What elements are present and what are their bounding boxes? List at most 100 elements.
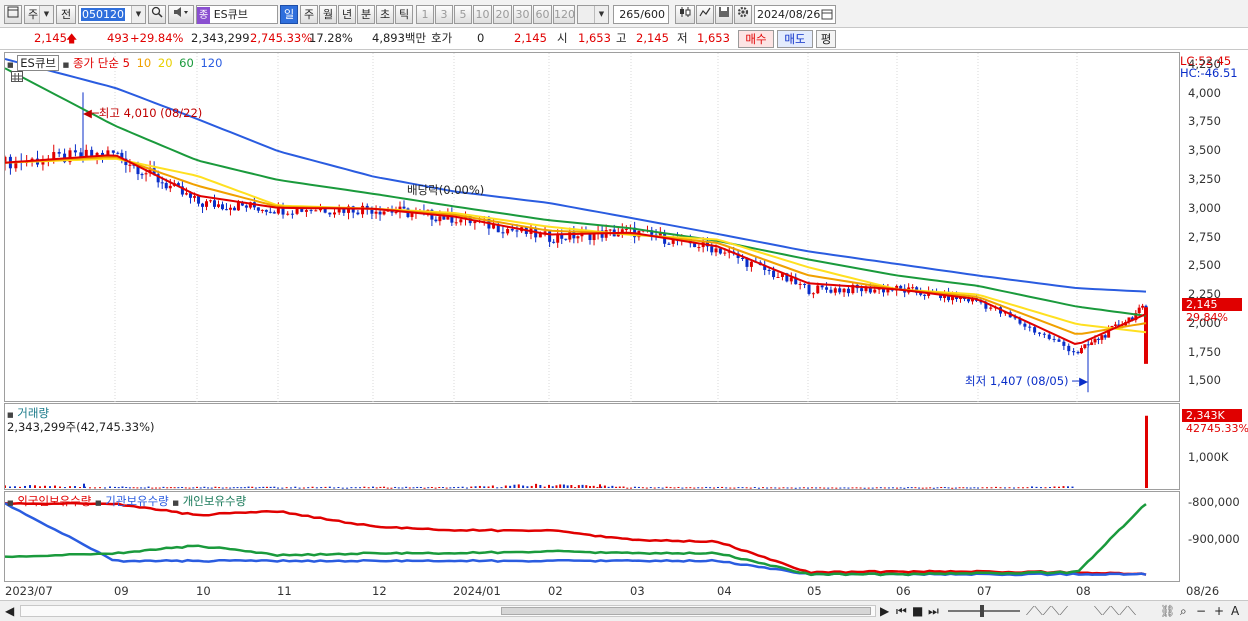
period-minute-button[interactable]: 분	[357, 5, 375, 24]
scrollbar-thumb[interactable]	[501, 607, 871, 615]
volume-bar	[478, 485, 481, 488]
market-mode-select[interactable]: 주 ▼	[24, 5, 54, 24]
interval-20-button[interactable]: 20	[493, 5, 512, 24]
volume-bar	[823, 487, 826, 489]
candle-body	[197, 196, 201, 204]
volume-bar	[645, 487, 648, 489]
font-size-icon[interactable]: A	[1231, 603, 1239, 619]
candle-body	[860, 288, 864, 292]
foreign-holdings-line	[5, 501, 1147, 576]
stock-name-field[interactable]: 종 ES큐브	[196, 5, 278, 24]
stock-code-input[interactable]: 050120 ▼	[78, 5, 146, 24]
sound-button[interactable]	[168, 5, 194, 24]
zoom-slider-thumb[interactable]	[980, 605, 984, 617]
volume-bar	[969, 487, 972, 489]
volume-bar	[320, 487, 323, 489]
settings-button[interactable]	[734, 5, 752, 24]
draw-tools-icon[interactable]: ⟍⟋⟍⟋⟍	[1094, 603, 1136, 619]
period-month-button[interactable]: 월	[319, 5, 337, 24]
price-change: 493	[107, 31, 129, 45]
scroll-right-icon[interactable]: ▶	[880, 603, 889, 619]
volume-bar	[786, 487, 789, 489]
volume-bar	[333, 487, 336, 489]
candle-body	[510, 228, 514, 231]
interval-120-button[interactable]: 120	[553, 5, 575, 24]
price-tick: 1,500	[1188, 373, 1221, 388]
period-day-button[interactable]: 일	[280, 5, 298, 24]
volume-bar	[449, 487, 452, 489]
fast-forward-icon[interactable]: ⏭	[928, 603, 939, 619]
drawing-tool-button[interactable]	[696, 5, 714, 24]
zoom-in-icon[interactable]: +	[1214, 603, 1224, 619]
volume-bar	[555, 485, 558, 488]
interval-30-button[interactable]: 30	[513, 5, 532, 24]
price-pane[interactable]: ■ ES큐브 ■ 종가 단순 5 10 20 60 120 ◀─최고 4,010…	[4, 52, 1180, 403]
candle-body	[1144, 305, 1148, 308]
window-icon	[7, 6, 19, 18]
period-tick-button[interactable]: 틱	[395, 5, 413, 24]
price-legend: ■ ES큐브 ■ 종가 단순 5 10 20 60 120	[7, 55, 222, 71]
count-input[interactable]: 265/600	[613, 5, 669, 24]
interval-3-button[interactable]: 3	[435, 5, 453, 24]
candle-body	[459, 219, 463, 223]
bullet-icon: ■	[7, 61, 14, 69]
interval-1-button[interactable]: 1	[416, 5, 434, 24]
candle-body	[1103, 335, 1107, 338]
candle-body	[710, 246, 714, 253]
volume-bar-last	[1145, 415, 1148, 488]
scroll-left-icon[interactable]: ◀	[5, 603, 14, 619]
candle-body	[723, 252, 727, 254]
volume-bar	[265, 486, 268, 488]
zoom-out-icon[interactable]: −	[1196, 603, 1206, 619]
volume-bar	[214, 486, 217, 488]
period-week-button[interactable]: 주	[300, 5, 318, 24]
candle-type-button[interactable]	[675, 5, 695, 24]
volume-bar	[851, 487, 854, 489]
rewind-icon[interactable]: ⏮	[896, 603, 907, 619]
candle-body	[1090, 342, 1094, 345]
stop-icon[interactable]: ■	[912, 603, 923, 619]
window-menu-button[interactable]	[4, 5, 22, 24]
zoom-slider[interactable]	[948, 605, 1020, 617]
volume-tick: 1,000K	[1188, 450, 1229, 464]
volume-bar	[615, 486, 618, 488]
interval-select[interactable]: ▼	[577, 5, 609, 24]
evaluate-button[interactable]: 평	[816, 30, 836, 48]
volume-bar	[430, 486, 433, 488]
period-year-button[interactable]: 년	[338, 5, 356, 24]
volume-bar	[741, 487, 744, 489]
volume-bar	[1049, 487, 1051, 489]
draw-tools-icon[interactable]: ⟋⟍⟋⟍⟋	[1026, 603, 1068, 619]
ma-legend-5: 5	[122, 56, 130, 70]
volume-bar	[147, 486, 150, 488]
search-button[interactable]	[148, 5, 166, 24]
interval-60-button[interactable]: 60	[533, 5, 552, 24]
turnover-rate: 17.28%	[309, 31, 353, 45]
horizontal-scrollbar[interactable]	[20, 605, 876, 617]
volume-bar	[438, 487, 441, 489]
date-input[interactable]: 2024/08/26	[754, 5, 836, 24]
save-button[interactable]	[715, 5, 733, 24]
holdings-legend: ■ 외국인보유수량 ■ 기관보유수량 ■ 개인보유수량	[7, 493, 246, 509]
sell-button[interactable]: 매도	[777, 30, 813, 48]
data-table-icon[interactable]	[11, 71, 23, 82]
quote-info-row: 2,145 🡅 493 +29.84% 2,343,299 2,745.33% …	[0, 28, 1248, 50]
volume-bar	[379, 486, 382, 488]
volume-pct-tag: 42745.33%	[1186, 422, 1248, 435]
holdings-pane[interactable]: ■ 외국인보유수량 ■ 기관보유수량 ■ 개인보유수량	[4, 491, 1180, 582]
buy-button[interactable]: 매수	[738, 30, 774, 48]
interval-10-button[interactable]: 10	[473, 5, 492, 24]
zoom-search-icon[interactable]: ⌕	[1180, 603, 1187, 619]
candle-body	[236, 202, 240, 211]
low-price: 1,653	[697, 31, 730, 45]
volume-bar	[1008, 487, 1011, 489]
interval-5-button[interactable]: 5	[454, 5, 472, 24]
prev-button[interactable]: 전	[56, 5, 76, 24]
volume-bar	[835, 487, 838, 489]
period-second-button[interactable]: 초	[376, 5, 394, 24]
volume-pane[interactable]: ■ 거래량 2,343,299주(42,745.33%)	[4, 403, 1180, 490]
link-icon[interactable]: ⛓	[1160, 603, 1175, 619]
candle-body	[772, 270, 776, 278]
volume-bar	[64, 487, 66, 489]
low-annotation: 최저 1,407 (08/05) ─▶	[965, 373, 1088, 389]
